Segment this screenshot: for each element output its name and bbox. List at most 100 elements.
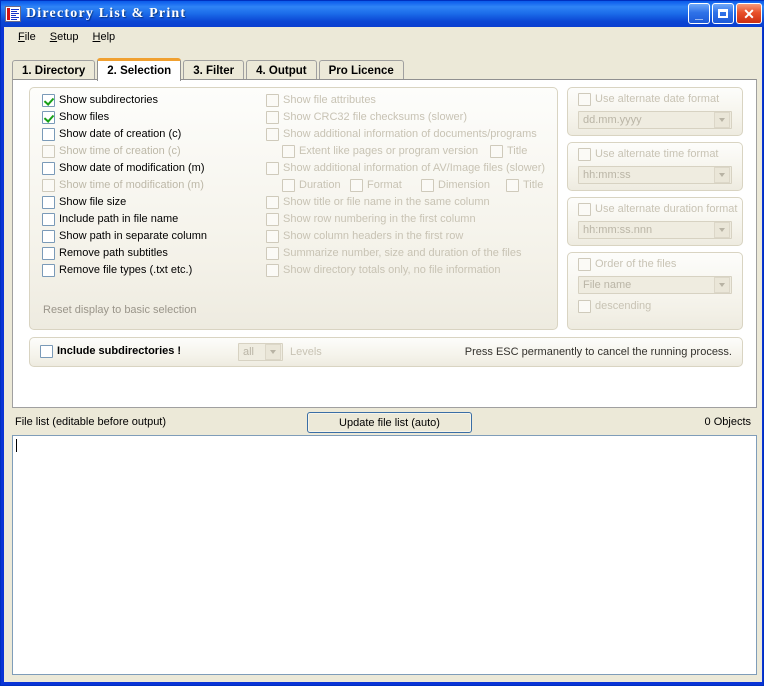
checkbox-box	[350, 179, 363, 192]
file-list-label: File list (editable before output)	[15, 416, 167, 428]
alternate-time-format-panel: Use alternate time format hh:mm:ss	[567, 142, 743, 191]
checkbox-box	[42, 247, 55, 260]
menu-item-help[interactable]: Help	[86, 29, 123, 45]
checkbox-show-title-or-filename-same-column: Show title or file name in the same colu…	[266, 196, 490, 209]
time-format-combobox: hh:mm:ss	[578, 166, 732, 184]
checkbox-label: Show additional information of documents…	[283, 128, 537, 140]
file-list-textarea[interactable]	[12, 435, 757, 675]
checkbox-label: Title	[523, 179, 544, 191]
close-button[interactable]: ✕	[736, 3, 762, 24]
checkbox-show-crc32: Show CRC32 file checksums (slower)	[266, 111, 467, 124]
checkbox-show-files[interactable]: Show files	[42, 111, 109, 124]
checkbox-show-time-modification: Show time of modification (m)	[42, 179, 204, 192]
text-caret	[16, 439, 17, 452]
checkbox-show-additional-av-image: Show additional information of AV/Image …	[266, 162, 545, 175]
checkbox-box	[421, 179, 434, 192]
checkbox-label: Remove file types (.txt etc.)	[59, 264, 193, 276]
menu-item-setup[interactable]: Setup	[43, 29, 86, 45]
checkbox-box	[266, 196, 279, 209]
checkbox-label: Use alternate time format	[595, 148, 719, 160]
tab-directory[interactable]: 1. Directory	[12, 60, 96, 80]
tab-pro-licence[interactable]: Pro Licence	[318, 60, 404, 80]
checkbox-use-alternate-time-format: Use alternate time format	[578, 148, 719, 161]
checkbox-include-path-in-file-name[interactable]: Include path in file name	[42, 213, 178, 226]
checkbox-label: descending	[595, 300, 652, 312]
tab-strip: 1. Directory 2. Selection 3. Filter 4. O…	[12, 58, 757, 81]
checkbox-box	[282, 145, 295, 158]
checkbox-box	[42, 145, 55, 158]
checkbox-show-date-creation[interactable]: Show date of creation (c)	[42, 128, 181, 141]
checkbox-box	[42, 264, 55, 277]
duration-format-value: hh:mm:ss.nnn	[583, 224, 653, 236]
checkbox-box	[266, 247, 279, 260]
checkbox-av-format: Format	[350, 179, 402, 192]
tab-page-selection: Show subdirectories Show files Show date…	[12, 79, 757, 408]
checkbox-label: Show additional information of AV/Image …	[283, 162, 546, 174]
checkbox-box	[266, 264, 279, 277]
checkbox-av-title: Title	[506, 179, 543, 192]
tab-output[interactable]: 4. Output	[246, 60, 317, 80]
tab-selection[interactable]: 2. Selection	[97, 58, 182, 81]
tab-filter[interactable]: 3. Filter	[183, 60, 245, 80]
checkbox-box	[266, 128, 279, 141]
checkbox-descending: descending	[578, 300, 651, 313]
checkbox-remove-path-subtitles[interactable]: Remove path subtitles	[42, 247, 168, 260]
checkbox-box	[266, 213, 279, 226]
checkbox-box	[42, 196, 55, 209]
window-title: Directory List & Print	[26, 6, 187, 21]
checkbox-box	[490, 145, 503, 158]
checkbox-label: Show date of modification (m)	[59, 162, 205, 174]
checkbox-order-of-the-files: Order of the files	[578, 258, 676, 271]
checkbox-label: Remove path subtitles	[59, 247, 168, 259]
checkbox-box	[578, 148, 591, 161]
levels-value: all	[243, 346, 255, 358]
checkbox-label: Show row numbering in the first column	[283, 213, 476, 225]
checkbox-include-subdirectories[interactable]: Include subdirectories !	[40, 345, 181, 358]
maximize-button[interactable]	[712, 3, 734, 24]
client-area: FFileile Setup Help 1. Directory 2. Sele…	[4, 27, 762, 682]
checkbox-box	[578, 300, 591, 313]
checkbox-box	[282, 179, 295, 192]
checkbox-show-date-modification[interactable]: Show date of modification (m)	[42, 162, 205, 175]
chevron-down-icon	[714, 167, 730, 183]
checkbox-show-column-headers: Show column headers in the first row	[266, 230, 463, 243]
checkbox-label: Include subdirectories !	[57, 345, 182, 357]
alternate-duration-format-panel: Use alternate duration format hh:mm:ss.n…	[567, 197, 743, 246]
checkbox-box	[42, 230, 55, 243]
include-subdirectories-panel: Include subdirectories ! all Levels Pres…	[29, 337, 743, 367]
checkbox-show-path-separate-column[interactable]: Show path in separate column	[42, 230, 207, 243]
checkbox-show-subdirectories[interactable]: Show subdirectories	[42, 94, 158, 107]
checkbox-label: Use alternate date format	[595, 93, 720, 105]
minimize-button[interactable]: _	[688, 3, 710, 24]
checkbox-remove-file-types[interactable]: Remove file types (.txt etc.)	[42, 264, 192, 277]
order-field-combobox: File name	[578, 276, 732, 294]
date-format-combobox: dd.mm.yyyy	[578, 111, 732, 129]
checkbox-label: Show path in separate column	[59, 230, 207, 242]
checkbox-label: Use alternate duration format	[595, 203, 738, 215]
checkbox-label: Show column headers in the first row	[283, 230, 464, 242]
checkbox-box	[266, 111, 279, 124]
object-count-label: 0 Objects	[704, 416, 751, 428]
chevron-down-icon	[714, 222, 730, 238]
checkbox-box	[266, 230, 279, 243]
checkbox-label: Show subdirectories	[59, 94, 159, 106]
title-bar: Directory List & Print _ ✕	[1, 1, 764, 27]
checkbox-av-duration: Duration	[282, 179, 341, 192]
checkbox-show-file-size[interactable]: Show file size	[42, 196, 126, 209]
checkbox-box	[42, 179, 55, 192]
checkbox-show-row-numbering: Show row numbering in the first column	[266, 213, 476, 226]
checkbox-label: Title	[507, 145, 528, 157]
checkbox-label: Show file size	[59, 196, 127, 208]
checkbox-box	[42, 213, 55, 226]
menu-item-file[interactable]: FFileile	[11, 29, 43, 45]
checkbox-use-alternate-duration-format: Use alternate duration format	[578, 203, 737, 216]
reset-display-link[interactable]: Reset display to basic selection	[43, 304, 196, 316]
update-file-list-button[interactable]: Update file list (auto)	[307, 412, 472, 433]
duration-format-combobox: hh:mm:ss.nnn	[578, 221, 732, 239]
file-list-bar: File list (editable before output) Updat…	[4, 412, 762, 435]
application-window: Directory List & Print _ ✕ FFileile Setu…	[0, 0, 764, 686]
checkbox-show-time-creation: Show time of creation (c)	[42, 145, 181, 158]
order-field-value: File name	[583, 279, 632, 291]
checkbox-label: Show time of modification (m)	[59, 179, 204, 191]
checkbox-box	[42, 94, 55, 107]
